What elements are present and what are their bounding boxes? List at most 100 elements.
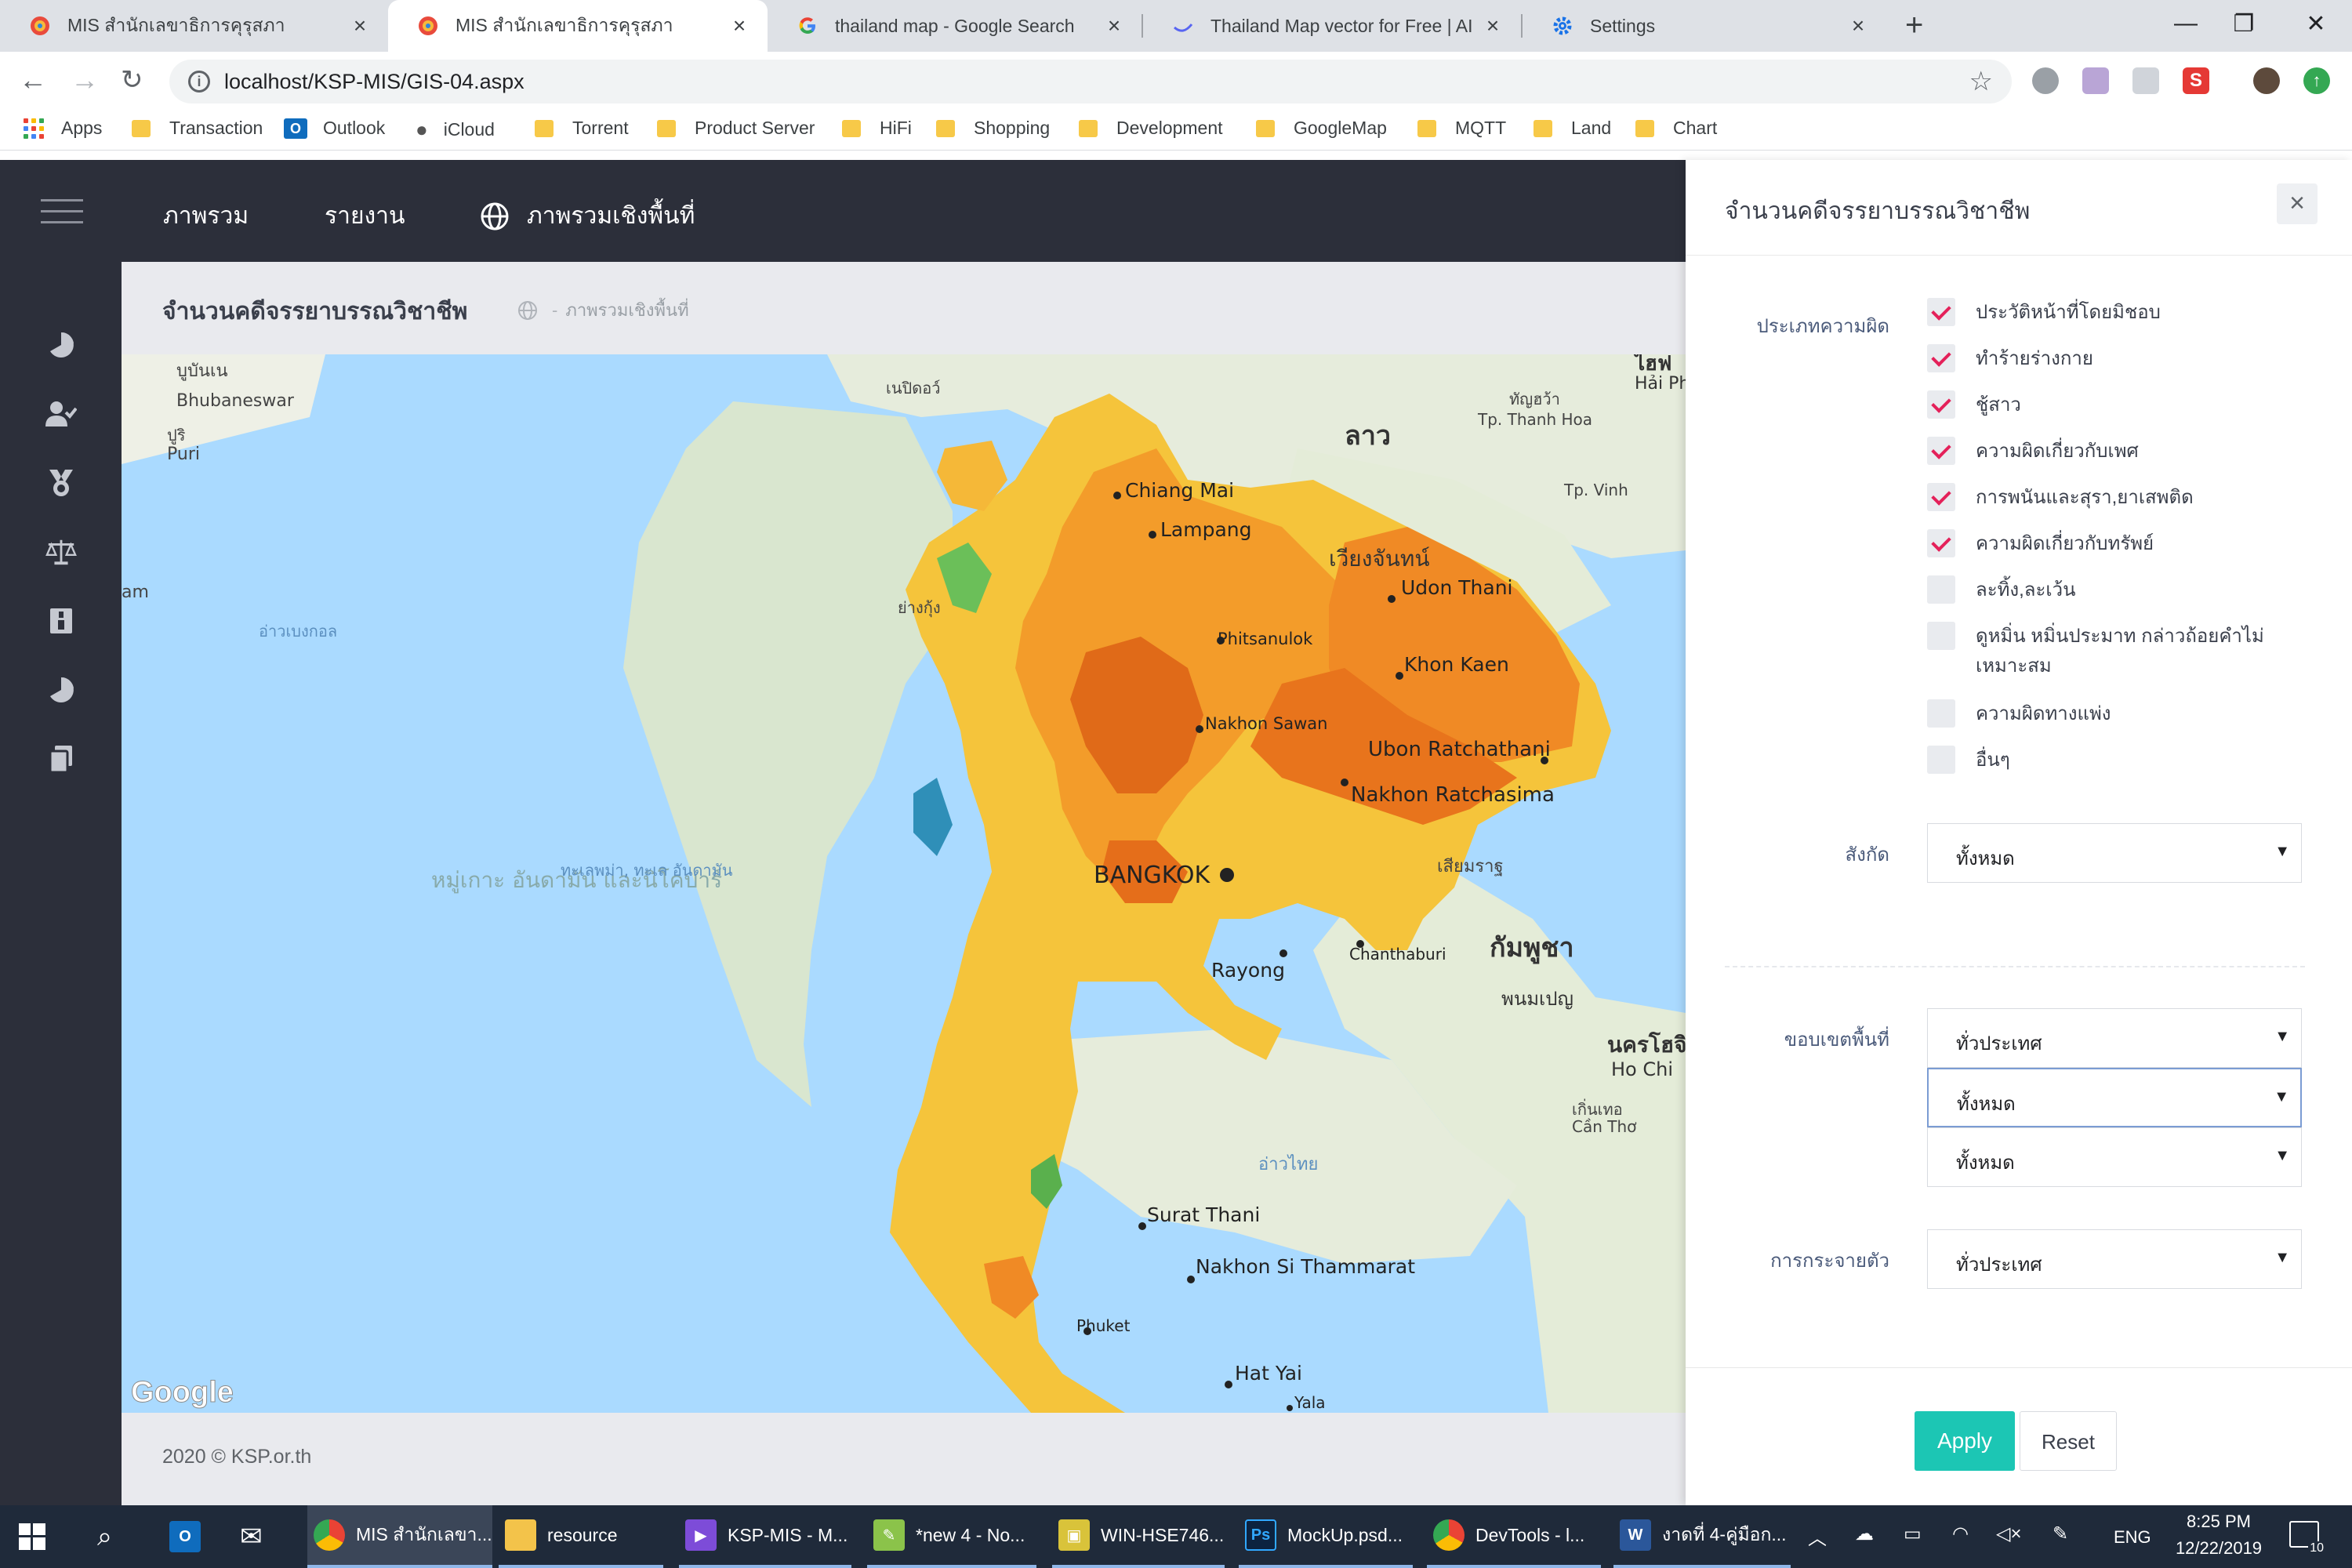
offense-checkbox[interactable] xyxy=(1927,390,1955,419)
nav-report[interactable]: รายงาน xyxy=(325,198,405,234)
area-select-province[interactable]: ทั้งหมด ▼ xyxy=(1927,1068,2302,1127)
offense-checkbox[interactable] xyxy=(1927,529,1955,557)
map-label-ubon: Ubon Ratchathani xyxy=(1368,738,1551,761)
dropdown-arrow-icon: ▼ xyxy=(2274,1147,2290,1164)
bookmark-folder[interactable]: HiFi xyxy=(842,118,912,139)
browser-tab[interactable]: thailand map - Google Search × xyxy=(768,0,1142,52)
distribution-label: การกระจายตัว xyxy=(1770,1250,1889,1272)
taskbar-item-notepad[interactable]: ✎ *new 4 - No... xyxy=(867,1505,1036,1568)
bookmark-apps[interactable]: Apps xyxy=(24,118,102,139)
distribution-select[interactable]: ทั่วประเทศ ▼ xyxy=(1927,1229,2302,1289)
taskbar-item-explorer[interactable]: resource xyxy=(499,1505,663,1568)
url-text[interactable]: localhost/KSP-MIS/GIS-04.aspx xyxy=(224,70,524,94)
wifi-icon[interactable]: ◠ xyxy=(1952,1523,1969,1545)
offense-checkbox[interactable] xyxy=(1927,344,1955,372)
bookmark-star-icon[interactable]: ☆ xyxy=(1969,66,1993,97)
breadcrumb[interactable]: - ภาพรวมเชิงพื้นที่ xyxy=(517,296,689,324)
language-indicator[interactable]: ENG xyxy=(2114,1527,2151,1548)
pen-icon[interactable]: ✎ xyxy=(2053,1523,2068,1545)
chrome-icon xyxy=(314,1519,345,1551)
affiliation-select[interactable]: ทั้งหมด ▼ xyxy=(1927,823,2302,883)
battery-icon[interactable]: ▭ xyxy=(1904,1523,1922,1545)
clock-time[interactable]: 8:25 PM xyxy=(2172,1512,2266,1532)
apply-button[interactable]: Apply xyxy=(1915,1411,2015,1471)
offense-checkbox[interactable] xyxy=(1927,483,1955,511)
bookmark-folder[interactable]: MQTT xyxy=(1417,118,1506,139)
bookmark-folder[interactable]: Product Server xyxy=(657,118,815,139)
bookmark-folder[interactable]: Chart xyxy=(1635,118,1717,139)
close-window-button[interactable]: ✕ xyxy=(2280,0,2352,47)
offense-checkbox-label: ดูหมิ่น หมิ่นประมาท กล่าวถ้อยคำไม่เหมาะส… xyxy=(1976,626,2264,677)
back-button[interactable]: ← xyxy=(19,64,47,96)
pie-chart-icon[interactable] xyxy=(45,674,77,706)
extension-gear-icon[interactable] xyxy=(2032,67,2059,94)
browser-tab[interactable]: Settings × xyxy=(1523,0,1886,52)
area-select-region[interactable]: ทั่วประเทศ ▼ xyxy=(1927,1008,2302,1068)
id-badge-icon[interactable] xyxy=(45,605,77,637)
outlook-taskbar-icon[interactable]: O xyxy=(169,1505,212,1568)
browser-tab-active[interactable]: MIS สำนักเลขาธิการคุรุสภา × xyxy=(388,0,768,52)
extension-image-icon[interactable] xyxy=(2132,67,2159,94)
volume-muted-icon[interactable]: ◁× xyxy=(1996,1523,2021,1545)
bookmark-folder[interactable]: Development xyxy=(1079,118,1223,139)
tray-chevron-icon[interactable]: ︿ xyxy=(1808,1523,1827,1550)
pie-chart-icon[interactable] xyxy=(45,329,77,361)
user-check-icon[interactable] xyxy=(45,398,77,430)
taskbar-item-visual-studio[interactable]: ▶ KSP-MIS - M... xyxy=(679,1505,851,1568)
offense-checkbox[interactable] xyxy=(1927,699,1955,728)
reload-button[interactable]: ↻ xyxy=(121,64,143,96)
extension-pdf-icon[interactable] xyxy=(2082,67,2109,94)
taskbar-item-chrome[interactable]: MIS สำนักเลขา... xyxy=(307,1505,492,1568)
offense-checkbox[interactable] xyxy=(1927,622,1955,650)
offense-checkbox[interactable] xyxy=(1927,298,1955,326)
reset-button[interactable]: Reset xyxy=(2020,1411,2117,1471)
profile-avatar[interactable] xyxy=(2253,67,2280,94)
notification-center-icon[interactable]: 10 xyxy=(2289,1521,2325,1555)
choropleth-map[interactable]: อ่าวเบงกอล หมู่เกาะ อันดามัน และนิโคบาร์… xyxy=(122,354,1686,1413)
bookmark-folder[interactable]: Shopping xyxy=(936,118,1050,139)
scale-icon[interactable] xyxy=(45,536,77,568)
bookmark-folder[interactable]: GoogleMap xyxy=(1256,118,1387,139)
affiliation-label: สังกัด xyxy=(1845,844,1889,866)
restore-button[interactable]: ❐ xyxy=(2208,0,2280,47)
award-icon[interactable] xyxy=(45,467,77,499)
address-bar[interactable]: i localhost/KSP-MIS/GIS-04.aspx ☆ xyxy=(169,60,2012,103)
offense-checkbox[interactable] xyxy=(1927,746,1955,774)
taskbar-item-photoshop[interactable]: Ps MockUp.psd... xyxy=(1239,1505,1413,1568)
taskbar-item-remote-desktop[interactable]: ▣ WIN-HSE746... xyxy=(1052,1505,1225,1568)
nav-overview[interactable]: ภาพรวม xyxy=(163,198,249,234)
bookmark-icloud[interactable]: ● iCloud xyxy=(416,118,495,142)
info-icon[interactable]: i xyxy=(188,71,210,93)
panel-close-button[interactable]: × xyxy=(2277,183,2318,224)
hamburger-menu-icon[interactable] xyxy=(41,199,83,224)
bookmark-folder[interactable]: Land xyxy=(1534,118,1611,139)
taskbar-item-devtools[interactable]: DevTools - l... xyxy=(1427,1505,1601,1568)
bookmark-outlook[interactable]: O Outlook xyxy=(284,118,385,139)
extension-s-icon[interactable]: S xyxy=(2183,67,2209,94)
area-select-district[interactable]: ทั้งหมด ▼ xyxy=(1927,1127,2302,1187)
close-tab-icon[interactable]: × xyxy=(1482,13,1504,38)
map-label-andaman-sea: ทะเลพม่า, ทะเล อันดามัน xyxy=(561,861,733,880)
mail-taskbar-icon[interactable]: ✉ xyxy=(240,1505,263,1568)
forward-button[interactable]: → xyxy=(71,64,99,96)
bookmark-folder[interactable]: Transaction xyxy=(132,118,263,139)
close-tab-icon[interactable]: × xyxy=(349,13,371,38)
offense-checkbox[interactable] xyxy=(1927,575,1955,604)
new-tab-button[interactable]: + xyxy=(1905,8,1923,42)
onedrive-icon[interactable]: ☁ xyxy=(1855,1523,1874,1545)
map-label-am: am xyxy=(122,583,149,602)
browser-tab[interactable]: MIS สำนักเลขาธิการคุรุสภา × xyxy=(0,0,388,52)
search-icon[interactable]: ⌕ xyxy=(97,1505,112,1568)
close-tab-icon[interactable]: × xyxy=(728,13,750,38)
documents-icon[interactable] xyxy=(45,743,77,775)
update-icon[interactable]: ↑ xyxy=(2303,67,2330,94)
taskbar-item-word[interactable]: W งาดที่ 4-คู่มือก... xyxy=(1613,1505,1791,1568)
close-tab-icon[interactable]: × xyxy=(1847,13,1869,38)
close-tab-icon[interactable]: × xyxy=(1103,13,1125,38)
nav-geo-overview[interactable]: ภาพรวมเชิงพื้นที่ xyxy=(480,198,695,234)
bookmark-folder[interactable]: Torrent xyxy=(535,118,629,139)
clock-date[interactable]: 12/22/2019 xyxy=(2172,1538,2266,1559)
offense-checkbox[interactable] xyxy=(1927,437,1955,465)
start-button[interactable] xyxy=(19,1505,45,1568)
browser-tab[interactable]: Thailand Map vector for Free | AI × xyxy=(1143,0,1521,52)
